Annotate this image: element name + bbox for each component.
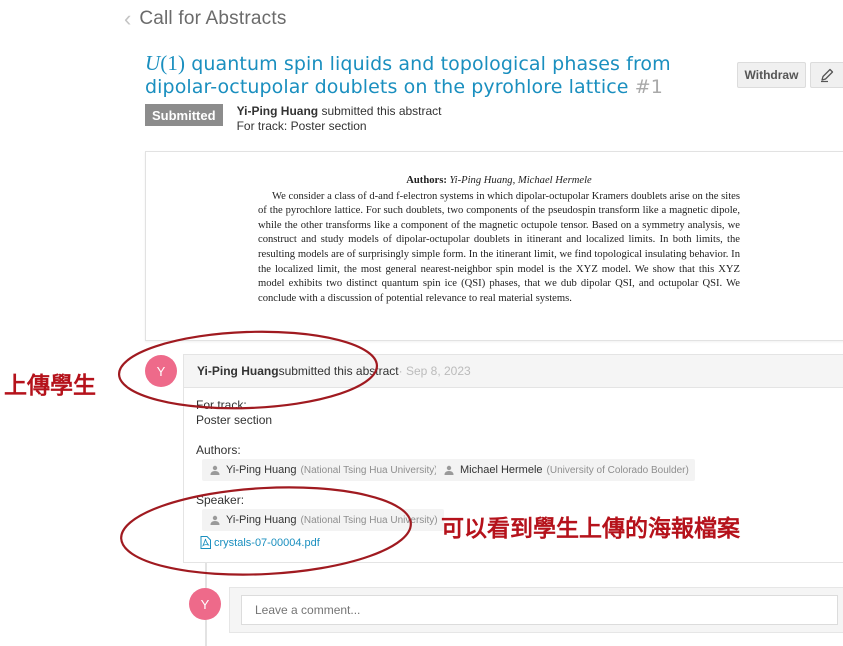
title-math-rest: (1) xyxy=(160,51,186,75)
authors-label: Authors: xyxy=(406,175,447,186)
author-chip[interactable]: Yi-Ping Huang (National Tsing Hua Univers… xyxy=(202,459,444,481)
user-icon xyxy=(444,465,454,475)
title-math: U xyxy=(145,51,161,75)
track-line: For track: Poster section xyxy=(236,119,367,133)
speaker-name: Yi-Ping Huang xyxy=(226,514,297,526)
event-header: Yi-Ping Huang submitted this abstract · … xyxy=(183,354,843,388)
event-text: submitted this abstract xyxy=(278,364,399,378)
avatar: Y xyxy=(145,355,177,387)
user-icon xyxy=(210,515,220,525)
annotation-see-poster: 可以看到學生上傳的海報檔案 xyxy=(441,516,740,542)
submission-info: Yi-Ping Huang submitted this abstract Fo… xyxy=(237,104,442,134)
abstract-title: U(1) quantum spin liquids and topologica… xyxy=(145,52,735,99)
abstract-box: Authors: Yi-Ping Huang, Michael Hermele … xyxy=(145,151,843,341)
authors-names: Yi-Ping Huang, Michael Hermele xyxy=(449,175,592,186)
section-title[interactable]: Call for Abstracts xyxy=(139,8,286,30)
status-row: Submitted Yi-Ping Huang submitted this a… xyxy=(145,104,442,134)
title-text: quantum spin liquids and topological pha… xyxy=(145,53,671,98)
attachment-filename[interactable]: crystals-07-00004.pdf xyxy=(214,537,320,549)
pdf-file-icon xyxy=(200,536,211,549)
user-icon xyxy=(210,465,220,475)
author-affiliation: (University of Colorado Boulder) xyxy=(546,464,689,476)
abstract-body: We consider a class of d-and f-electron … xyxy=(258,190,740,304)
author-name: Yi-Ping Huang xyxy=(226,464,297,476)
author-affiliation: (National Tsing Hua University) xyxy=(300,464,438,476)
annotation-upload-student: 上傳學生 xyxy=(4,373,96,399)
author-name: Michael Hermele xyxy=(460,464,543,476)
submitted-text: submitted this abstract xyxy=(318,104,442,118)
submitter-name[interactable]: Yi-Ping Huang xyxy=(237,104,319,118)
pencil-icon xyxy=(821,68,834,83)
back-nav[interactable]: ‹ Call for Abstracts xyxy=(124,8,287,30)
abstract-number: #1 xyxy=(634,76,663,98)
attachment-link[interactable]: crystals-07-00004.pdf xyxy=(200,536,320,549)
speaker-label: Speaker: xyxy=(196,493,245,507)
withdraw-button[interactable]: Withdraw xyxy=(737,62,806,88)
chevron-left-icon[interactable]: ‹ xyxy=(124,8,131,30)
event-user[interactable]: Yi-Ping Huang xyxy=(197,364,279,378)
speaker-affiliation: (National Tsing Hua University) xyxy=(300,514,438,526)
comment-box xyxy=(229,587,843,633)
author-chip[interactable]: Michael Hermele (University of Colorado B… xyxy=(436,459,695,481)
abstract-authors: Authors: Yi-Ping Huang, Michael Hermele xyxy=(258,174,740,189)
event-date: · Sep 8, 2023 xyxy=(398,364,471,378)
comment-input[interactable] xyxy=(241,595,838,625)
edit-button[interactable] xyxy=(810,62,843,88)
authors-label: Authors: xyxy=(196,443,241,457)
track-value: Poster section xyxy=(196,413,273,427)
track-label: For track: xyxy=(196,398,247,412)
status-badge: Submitted xyxy=(145,104,223,126)
speaker-chip[interactable]: Yi-Ping Huang (National Tsing Hua Univers… xyxy=(202,509,444,531)
abstract-content: Authors: Yi-Ping Huang, Michael Hermele … xyxy=(258,174,740,306)
comment-avatar: Y xyxy=(189,588,221,620)
